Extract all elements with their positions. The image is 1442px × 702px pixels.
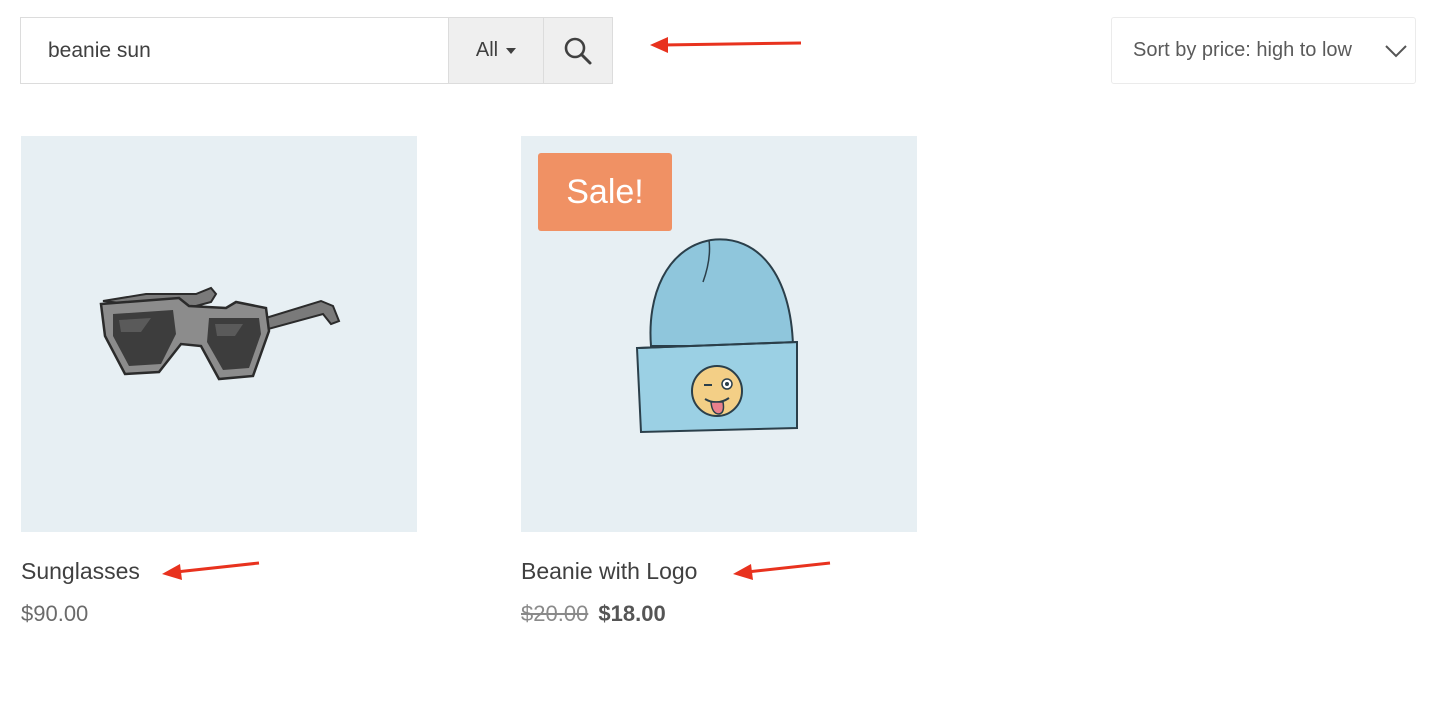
- sort-order-label: Sort by price: high to low: [1133, 39, 1352, 61]
- category-select-label: All: [475, 39, 499, 61]
- search-button[interactable]: [543, 18, 612, 83]
- product-search-form: All: [20, 17, 613, 84]
- product-card: Sale! Beanie with Logo $20.00 $18.00: [521, 136, 917, 628]
- product-price: $90.00: [21, 601, 89, 626]
- product-title[interactable]: Beanie with Logo: [521, 557, 917, 585]
- annotation-arrow-icon: [162, 561, 260, 580]
- product-price: $20.00 $18.00: [521, 600, 917, 628]
- product-image-link[interactable]: [21, 136, 417, 532]
- annotation-arrow-icon: [733, 561, 831, 580]
- sale-badge: Sale!: [538, 153, 672, 231]
- category-select[interactable]: All: [448, 18, 543, 83]
- annotation-arrow-icon: [650, 37, 802, 53]
- sort-order-select[interactable]: Sort by price: high to low: [1111, 17, 1416, 84]
- sunglasses-illustration-icon: [99, 286, 341, 381]
- search-input[interactable]: [21, 18, 448, 83]
- product-image-link[interactable]: Sale!: [521, 136, 917, 532]
- regular-price: $20.00: [521, 601, 589, 626]
- search-icon: [564, 37, 592, 64]
- product-card: Sunglasses $90.00: [21, 136, 417, 628]
- sale-price: $18.00: [598, 601, 666, 626]
- chevron-down-icon: [1385, 45, 1407, 58]
- caret-down-icon: [506, 47, 517, 54]
